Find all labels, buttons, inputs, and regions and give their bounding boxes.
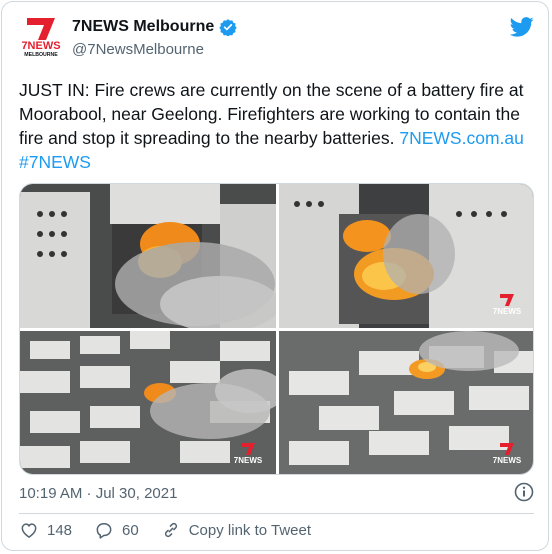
tweet-actions: 148 60 Copy link to Tweet <box>19 520 333 540</box>
like-button[interactable]: 148 <box>19 520 72 540</box>
link-icon <box>164 522 177 538</box>
verified-badge-icon <box>219 19 237 36</box>
heart-icon <box>21 523 37 538</box>
twitter-bird-icon[interactable] <box>510 16 534 38</box>
7news-logo[interactable]: 7NEWS MELBOURNE <box>19 16 63 58</box>
tweet-url-link[interactable]: 7NEWS.com.au <box>399 128 523 148</box>
divider <box>19 513 534 514</box>
media-image-3[interactable]: 7NEWS <box>20 331 276 475</box>
tweet-card: 7NEWS MELBOURNE 7NEWS Melbourne @7NewsMe… <box>1 1 549 551</box>
info-icon[interactable] <box>514 482 534 502</box>
tweet-timestamp[interactable]: 10:19 AM · Jul 30, 2021 <box>19 485 177 502</box>
media-watermark: 7NEWS <box>493 307 522 316</box>
reply-button[interactable]: 60 <box>94 520 139 540</box>
author-handle[interactable]: @7NewsMelbourne <box>72 41 204 58</box>
media-watermark: 7NEWS <box>493 456 522 465</box>
svg-text:MELBOURNE: MELBOURNE <box>24 52 58 58</box>
like-count: 148 <box>47 521 73 539</box>
media-grid: 7NEWS 7NEWS 7NEWS <box>19 183 534 475</box>
media-watermark: 7NEWS <box>234 456 263 465</box>
media-image-1[interactable] <box>20 184 276 328</box>
media-image-4[interactable]: 7NEWS <box>279 331 534 475</box>
hashtag-link[interactable]: #7NEWS <box>19 152 91 172</box>
author-name[interactable]: 7NEWS Melbourne <box>72 18 214 36</box>
reply-count: 60 <box>122 521 139 539</box>
svg-text:7NEWS: 7NEWS <box>21 40 60 52</box>
media-image-2[interactable]: 7NEWS <box>279 184 534 328</box>
copy-link-label: Copy link to Tweet <box>188 521 312 539</box>
reply-bubble-icon <box>96 523 112 539</box>
copy-link-button[interactable]: Copy link to Tweet <box>161 520 311 540</box>
author-name-row: 7NEWS Melbourne <box>72 18 237 36</box>
tweet-text: JUST IN: Fire crews are currently on the… <box>19 78 534 174</box>
